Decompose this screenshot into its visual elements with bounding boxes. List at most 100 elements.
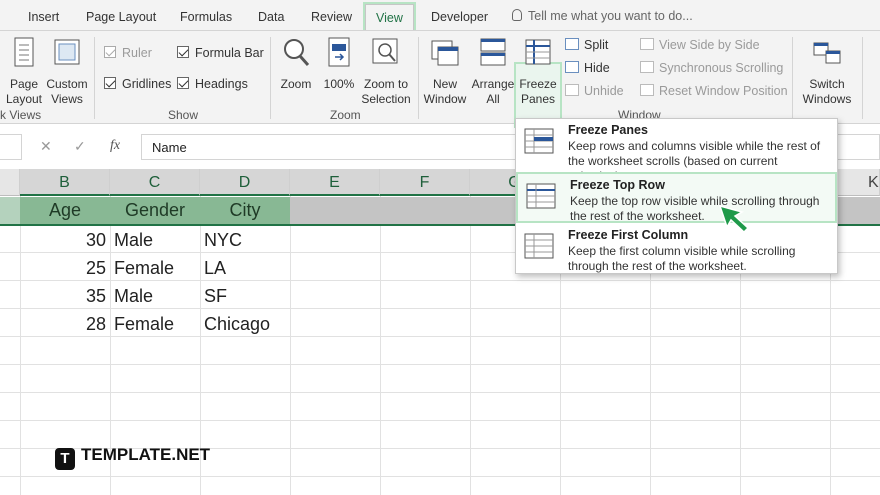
header-cell-age[interactable]: Age	[20, 197, 110, 224]
ribbon-separator	[862, 37, 863, 119]
formula-bar-checkbox[interactable]: Formula Bar	[177, 46, 264, 60]
column-header-a[interactable]	[0, 169, 20, 196]
freeze-panes-button[interactable]: Freeze Panes	[516, 37, 560, 107]
show-group-label: Show	[168, 108, 199, 122]
zoom-selection-icon	[372, 38, 398, 64]
cell-age[interactable]: 25	[20, 254, 106, 282]
ribbon-separator	[270, 37, 271, 119]
column-header-f[interactable]: F	[380, 169, 470, 196]
zoom-group-label: Zoom	[330, 108, 361, 122]
menu-item-freeze-first-column[interactable]: Freeze First Column Keep the first colum…	[516, 224, 837, 275]
formula-bar-label: Formula Bar	[195, 46, 264, 60]
zoom-100-label: 100%	[323, 77, 355, 91]
menu-item-freeze-top-row[interactable]: Freeze Top Row Keep the top row visible …	[516, 172, 837, 223]
header-fill	[0, 197, 20, 224]
menu-item-title: Freeze Panes	[568, 123, 648, 137]
header-fill	[290, 197, 515, 224]
gridline	[0, 364, 880, 365]
split-label: Split	[584, 38, 609, 52]
switch-windows-label: Switch Windows	[802, 77, 852, 106]
hide-button[interactable]: Hide	[565, 61, 610, 75]
lightbulb-icon	[512, 9, 522, 21]
tab-developer[interactable]: Developer	[431, 10, 488, 24]
cancel-icon[interactable]: ✕	[40, 138, 52, 155]
enter-icon[interactable]: ✓	[74, 138, 86, 155]
workbook-views-group-label: k Views	[0, 108, 42, 122]
cell-age[interactable]: 35	[20, 282, 106, 310]
zoom-label: Zoom	[280, 77, 312, 91]
reset-window-position-button[interactable]: Reset Window Position	[640, 84, 788, 98]
synchronous-scrolling-label: Synchronous Scrolling	[659, 61, 784, 75]
gridlines-label: Gridlines	[122, 77, 172, 91]
cell-age[interactable]: 28	[20, 310, 106, 338]
ribbon-tab-bar: Insert Page Layout Formulas Data Review …	[0, 0, 880, 31]
ruler-checkbox[interactable]: Ruler	[104, 46, 152, 60]
logo-text: TEMPLATE.NET	[81, 445, 211, 464]
page-layout-view-button[interactable]: Page Layout	[4, 37, 44, 107]
menu-item-title: Freeze First Column	[568, 228, 689, 242]
tab-data[interactable]: Data	[258, 10, 284, 24]
freeze-panes-icon	[524, 128, 554, 154]
ribbon-separator	[94, 37, 95, 119]
header-cell-gender[interactable]: Gender	[110, 197, 200, 224]
gridline	[290, 196, 291, 495]
page-layout-icon	[14, 37, 34, 67]
zoom-100-button[interactable]: 100%	[320, 37, 358, 92]
hide-icon	[565, 61, 579, 73]
split-button[interactable]: Split	[565, 38, 608, 52]
freeze-panes-label: Freeze Panes	[519, 77, 557, 106]
headings-checkbox-box	[177, 77, 189, 89]
new-window-button[interactable]: New Window	[422, 37, 468, 107]
cell-age[interactable]: 30	[20, 226, 106, 254]
view-side-by-side-button[interactable]: View Side by Side	[640, 38, 760, 52]
tab-formulas[interactable]: Formulas	[180, 10, 232, 24]
formula-bar-checkbox-box	[177, 46, 189, 58]
menu-item-desc: Keep the first column visible while scro…	[568, 244, 796, 273]
menu-item-title: Freeze Top Row	[570, 178, 665, 192]
page-layout-label: Page Layout	[5, 77, 43, 106]
switch-windows-icon	[813, 42, 841, 64]
view-side-by-side-label: View Side by Side	[659, 38, 760, 52]
magnifier-icon	[284, 39, 310, 66]
column-header-e[interactable]: E	[290, 169, 380, 196]
tell-me-search[interactable]: Tell me what you want to do...	[512, 9, 693, 23]
ribbon-separator	[792, 37, 793, 119]
cell-gender[interactable]: Male	[114, 282, 200, 310]
zoom-to-selection-button[interactable]: Zoom to Selection	[358, 37, 414, 107]
cell-gender[interactable]: Female	[114, 310, 200, 338]
name-box[interactable]	[0, 134, 22, 160]
fx-icon[interactable]: fx	[110, 138, 120, 154]
unhide-icon	[565, 84, 579, 96]
headings-checkbox[interactable]: Headings	[177, 77, 248, 91]
zoom-to-selection-label: Zoom to Selection	[361, 77, 411, 106]
zoom-100-icon	[328, 37, 350, 67]
gridline	[0, 476, 880, 477]
synchronous-scrolling-button[interactable]: Synchronous Scrolling	[640, 61, 783, 75]
reset-position-icon	[640, 84, 654, 96]
menu-item-freeze-panes[interactable]: Freeze Panes Keep rows and columns visib…	[516, 119, 837, 183]
cell-city[interactable]: NYC	[204, 226, 290, 254]
freeze-top-row-icon	[526, 183, 556, 209]
column-header-b[interactable]: B	[20, 169, 110, 196]
ribbon-separator	[418, 37, 419, 119]
cell-gender[interactable]: Female	[114, 254, 200, 282]
unhide-button[interactable]: Unhide	[565, 84, 624, 98]
cell-city[interactable]: SF	[204, 282, 290, 310]
reset-window-position-label: Reset Window Position	[659, 84, 788, 98]
zoom-button[interactable]: Zoom	[276, 37, 316, 92]
header-cell-city[interactable]: City	[200, 197, 290, 224]
column-header-c[interactable]: C	[110, 169, 200, 196]
arrange-all-label: Arrange All	[471, 77, 515, 106]
cell-city[interactable]: LA	[204, 254, 290, 282]
tab-page-layout[interactable]: Page Layout	[86, 10, 156, 24]
switch-windows-button[interactable]: Switch Windows	[796, 37, 858, 107]
cell-city[interactable]: Chicago	[204, 310, 290, 338]
column-header-d[interactable]: D	[200, 169, 290, 196]
cell-gender[interactable]: Male	[114, 226, 200, 254]
arrange-all-button[interactable]: Arrange All	[470, 37, 516, 107]
tab-review[interactable]: Review	[311, 10, 352, 24]
gridlines-checkbox[interactable]: Gridlines	[104, 77, 171, 91]
custom-views-button[interactable]: Custom Views	[44, 37, 90, 107]
tab-view[interactable]: View	[365, 4, 414, 31]
tab-insert[interactable]: Insert	[28, 10, 59, 24]
